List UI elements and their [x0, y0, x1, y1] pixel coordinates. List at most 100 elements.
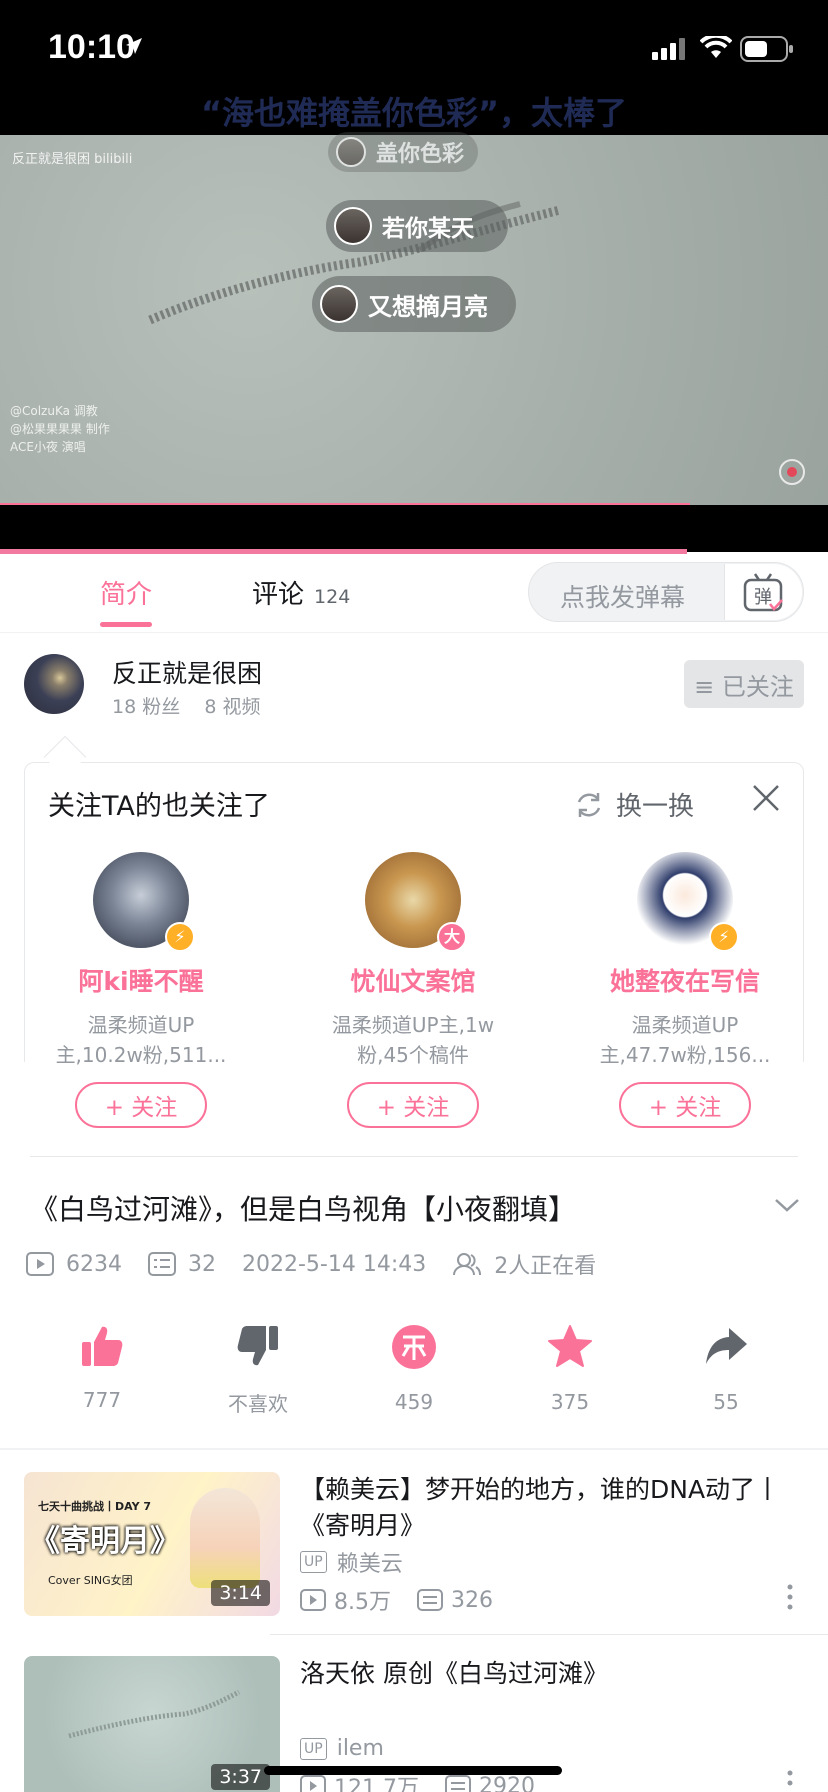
video-credits: @ColzuKa 调教 @松果果果果 制作 ACE小夜 演唱: [10, 402, 110, 456]
video-thumbnail: 七天十曲挑战丨DAY 7 《寄明月》 Cover SING女团 3:14: [24, 1472, 280, 1616]
thumb-down-icon: [237, 1326, 278, 1366]
people-icon: [453, 1253, 482, 1276]
avatar: [320, 285, 358, 323]
avatar: [336, 137, 366, 167]
danmaku-count-icon: [444, 1775, 471, 1792]
danmaku-count: 32: [148, 1252, 216, 1277]
dislike-button[interactable]: 不喜欢: [198, 1324, 318, 1417]
recommend-user[interactable]: ⚡ 她整夜在写信 温柔频道UP主,47.7w粉,156... + 关注: [560, 852, 810, 1128]
recommend-title: 关注TA的也关注了: [48, 791, 270, 822]
video-duration: 3:14: [211, 1580, 270, 1606]
video-letterbox: [0, 505, 828, 552]
recommend-user-name: 忧仙文案馆: [350, 967, 476, 996]
refresh-label: 换一换: [616, 792, 695, 822]
lightning-badge-icon: ⚡: [165, 922, 195, 952]
star-icon: [548, 1325, 592, 1367]
recommend-user[interactable]: 大 忧仙文案馆 温柔频道UP主,1w粉,45个稿件 + 关注: [288, 852, 538, 1128]
close-icon[interactable]: [748, 780, 784, 816]
favorite-button[interactable]: 375: [510, 1324, 630, 1414]
thumb-caption: Cover SING女团: [48, 1574, 133, 1587]
thumb-caption: 七天十曲挑战丨DAY 7: [38, 1500, 152, 1513]
publish-date: 2022-5-14 14:43: [242, 1251, 427, 1277]
divider: [0, 1448, 828, 1450]
danmaku-count-text: 32: [188, 1251, 216, 1277]
share-count: 55: [713, 1390, 739, 1414]
chevron-down-icon[interactable]: [772, 1190, 802, 1220]
more-icon[interactable]: [786, 1584, 794, 1610]
signal-icon: [652, 38, 685, 60]
comment-count: 124: [314, 586, 351, 608]
danmaku-comment: “海也难掩盖你色彩”，太棒了: [200, 94, 628, 132]
video-watermark: 反正就是很困 bilibili: [12, 152, 133, 167]
like-count: 777: [82, 1388, 122, 1412]
thumb-person: [190, 1488, 260, 1588]
record-icon[interactable]: [778, 458, 806, 486]
related-video-uploader: UP ilem: [300, 1736, 384, 1761]
avatar: ⚡: [93, 852, 195, 952]
view-count-text: 6234: [66, 1251, 122, 1277]
divider: [30, 1156, 798, 1157]
follow-button[interactable]: + 关注: [75, 1082, 207, 1128]
uploader-name: 赖美云: [336, 1552, 403, 1577]
avatar: [334, 207, 372, 245]
avatar: ⚡: [637, 852, 739, 952]
lyric-text: 又想摘月亮: [368, 292, 488, 321]
up-tag: UP: [300, 1551, 327, 1573]
watching-text: 2人正在看: [494, 1254, 597, 1279]
play-count-icon: [26, 1252, 54, 1276]
lightning-badge-icon: ⚡: [709, 922, 739, 952]
uploader-avatar[interactable]: [24, 654, 84, 714]
related-video[interactable]: 七天十曲挑战丨DAY 7 《寄明月》 Cover SING女团 3:14 【赖美…: [24, 1472, 804, 1616]
lyric-bubble: 又想摘月亮: [312, 276, 516, 332]
like-button[interactable]: 777: [42, 1324, 162, 1412]
related-video-uploader: UP 赖美云: [300, 1546, 403, 1578]
status-time: 10:10: [48, 28, 135, 66]
coin-count: 459: [394, 1390, 434, 1414]
share-button[interactable]: 55: [666, 1324, 786, 1414]
recommend-user-name: 阿ki睡不醒: [78, 967, 204, 996]
favorite-count: 375: [550, 1390, 590, 1414]
related-video-title: 【赖美云】梦开始的地方，谁的DNA动了丨《寄明月》: [300, 1475, 781, 1540]
refresh-button[interactable]: 换一换: [574, 786, 694, 823]
playback-progress-bar[interactable]: [0, 549, 688, 554]
lyric-bubble: 若你某天: [326, 200, 508, 252]
thumb-title: 《寄明月》: [30, 1524, 180, 1559]
danmaku-count-text: 326: [451, 1587, 493, 1613]
danmaku-icon: 弹: [743, 573, 783, 612]
lyric-text: 盖你色彩: [376, 142, 465, 167]
more-icon[interactable]: [786, 1770, 794, 1792]
lyric-bubble: 盖你色彩: [328, 132, 478, 172]
tab-underline: [100, 622, 152, 627]
location-arrow-icon: [126, 38, 142, 54]
divider: [0, 632, 828, 633]
recommend-user-desc: 温柔频道UP主,10.2w粉,511...: [55, 1013, 227, 1067]
avatar: 大: [365, 852, 467, 952]
lyric-text: 若你某天: [382, 216, 474, 242]
uploader-name[interactable]: 反正就是很困: [112, 654, 262, 690]
follow-button[interactable]: + 关注: [619, 1082, 751, 1128]
related-video-stats: 8.5万 326: [300, 1584, 493, 1616]
credit-line: @松果果果果 制作: [10, 422, 110, 436]
view-count: 6234: [26, 1252, 122, 1277]
video-meta: 6234 32 2022-5-14 14:43 2人正在看: [26, 1248, 622, 1280]
refresh-icon: [577, 792, 601, 817]
coin-button[interactable]: 459: [354, 1324, 474, 1414]
video-title: 《白鸟过河滩》，但是白鸟视角【小夜翻填】: [30, 1193, 577, 1226]
play-count-icon: [300, 1775, 326, 1792]
divider: [270, 1634, 828, 1635]
tab-intro[interactable]: 简介: [100, 574, 152, 611]
danmaku-count-icon: [417, 1589, 443, 1611]
wifi-icon: [700, 36, 732, 58]
dislike-label: 不喜欢: [228, 1392, 288, 1416]
video-duration: 3:37: [211, 1764, 270, 1790]
tab-comments[interactable]: 评论 124: [252, 574, 350, 611]
up-tag: UP: [300, 1737, 327, 1760]
danmaku-count-text: 2920: [478, 1773, 535, 1792]
follow-button[interactable]: + 关注: [347, 1082, 479, 1128]
vip-badge-icon: 大: [437, 922, 467, 952]
recommend-user[interactable]: ⚡ 阿ki睡不醒 温柔频道UP主,10.2w粉,511... + 关注: [16, 852, 266, 1128]
followed-button[interactable]: ≡ 已关注: [684, 660, 804, 708]
thumb-up-icon: [82, 1326, 123, 1366]
video-thumbnail: 3:37: [24, 1656, 280, 1792]
recommend-user-desc: 温柔频道UP主,1w粉,45个稿件: [331, 1013, 495, 1067]
